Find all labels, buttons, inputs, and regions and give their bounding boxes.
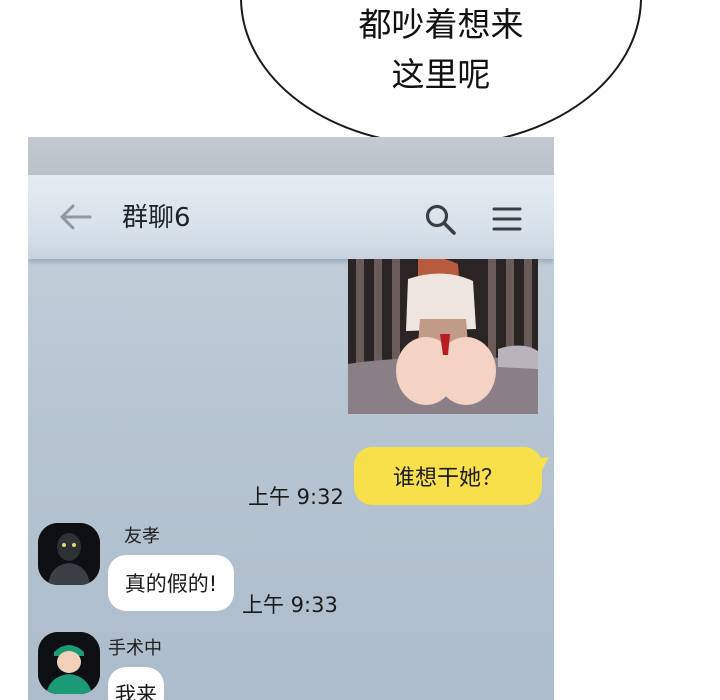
narration-text: 都吵着想来 这里呢 xyxy=(358,5,524,94)
avatar[interactable] xyxy=(38,523,100,585)
surgeon-icon xyxy=(38,632,100,694)
incoming-message-bubble[interactable]: 真的假的! xyxy=(108,555,234,611)
sender-name: 手术中 xyxy=(108,638,162,659)
outgoing-message-bubble[interactable]: 谁想干她？ xyxy=(354,447,542,505)
search-icon[interactable] xyxy=(424,203,458,237)
incoming-message-bubble[interactable]: 我来 xyxy=(108,667,164,700)
chat-title: 群聊6 xyxy=(122,203,191,233)
hamburger-menu-icon[interactable] xyxy=(492,205,522,233)
incoming-message-time: 上午 9:33 xyxy=(242,593,338,617)
chat-header: 群聊6 xyxy=(28,175,554,259)
sender-name: 友孝 xyxy=(124,526,160,547)
avatar[interactable] xyxy=(38,632,100,694)
arrow-left-icon[interactable] xyxy=(58,203,92,231)
shared-image[interactable] xyxy=(348,259,538,414)
shared-image-illustration xyxy=(348,259,538,414)
incoming-message-text: 我来 xyxy=(115,683,157,700)
incoming-message-text: 真的假的! xyxy=(124,572,218,596)
outgoing-message-time: 上午 9:32 xyxy=(248,485,344,509)
outgoing-message-text: 谁想干她？ xyxy=(392,466,503,491)
chat-screen: 群聊6 谁想干她？ 上午 9:32 友孝 真的假的! 上午 9:33 手术中 我… xyxy=(28,137,554,700)
masked-person-icon xyxy=(38,523,100,585)
status-bar xyxy=(28,137,554,175)
